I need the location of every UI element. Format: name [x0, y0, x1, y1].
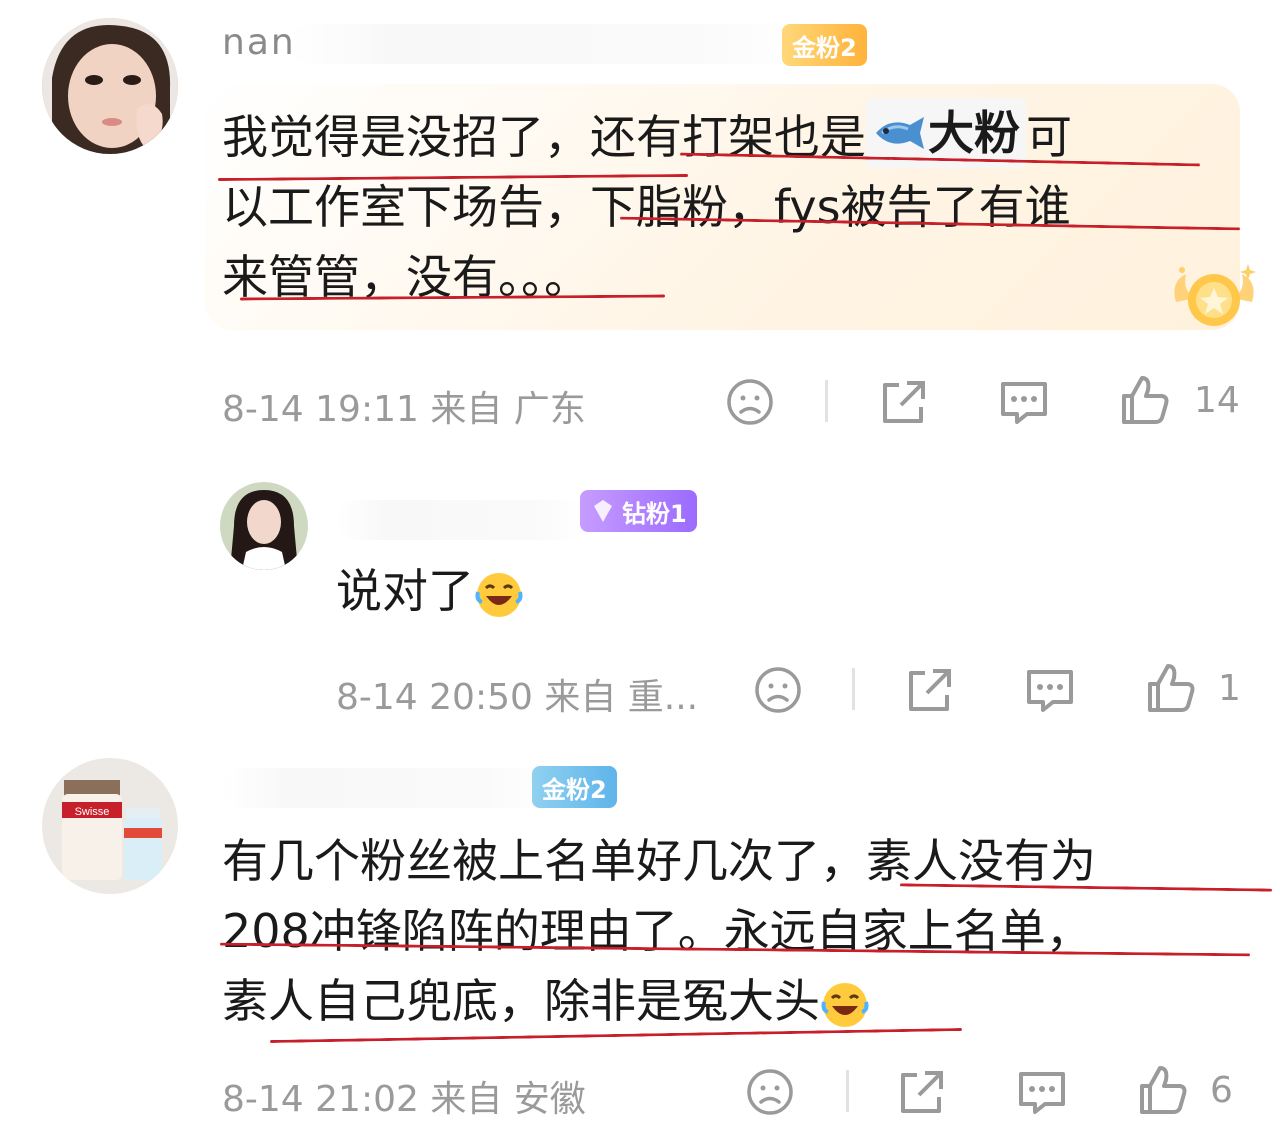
- like-button[interactable]: [1116, 370, 1174, 430]
- fan-badge[interactable]: 金粉2: [782, 24, 867, 66]
- dislike-button[interactable]: [722, 374, 778, 430]
- comment-line: 208冲锋陷阵的理由了。永远自家上名单，: [222, 904, 1092, 958]
- comment-text: 我觉得是没招了，还有打架也是 大粉可 以工作室下场告，下脂粉，fys被告了有谁 来…: [222, 98, 1232, 312]
- fan-badge-label: 钻粉1: [622, 499, 687, 528]
- laughing-emoji-icon: [475, 572, 523, 617]
- sad-face-icon: [727, 379, 773, 425]
- share-button[interactable]: [892, 1064, 950, 1120]
- share-button[interactable]: [900, 662, 958, 718]
- share-icon: [909, 669, 951, 711]
- sad-face-icon: [747, 1069, 793, 1115]
- avatar-face: [42, 18, 178, 154]
- divider: [846, 1070, 849, 1112]
- avatar[interactable]: [42, 18, 178, 154]
- comment-button[interactable]: [994, 374, 1054, 430]
- comment-icon: [1001, 382, 1047, 424]
- avatar[interactable]: [220, 482, 308, 570]
- fan-badge[interactable]: 钻粉1: [580, 490, 697, 532]
- laughing-emoji-icon: [821, 982, 869, 1027]
- fan-badge[interactable]: 金粉2: [532, 766, 617, 808]
- avatar-image: Swisse: [42, 758, 178, 894]
- like-button[interactable]: [1142, 658, 1200, 718]
- username-fragment[interactable]: nan: [222, 22, 296, 63]
- comment-line: 以工作室下场告，下脂粉，fys被告了有谁: [222, 180, 1071, 234]
- username-redacted: [222, 768, 552, 808]
- comment-button[interactable]: [1012, 1064, 1072, 1120]
- dislike-button[interactable]: [750, 662, 806, 718]
- divider: [825, 380, 828, 422]
- share-icon: [883, 381, 925, 423]
- comment-icon: [1027, 670, 1073, 712]
- avatar-label: Swisse: [75, 806, 110, 818]
- like-count: 6: [1210, 1070, 1233, 1111]
- like-button[interactable]: [1134, 1060, 1192, 1120]
- thumbs-up-icon: [1122, 376, 1169, 424]
- comment-line: 素人自己兜底，除非是冤大头: [222, 966, 1262, 1036]
- sad-face-icon: [755, 667, 801, 713]
- share-button[interactable]: [874, 374, 932, 430]
- comment-line: 来管管，没有。。。: [222, 250, 590, 304]
- avatar-image: [220, 482, 308, 570]
- like-count: 1: [1218, 668, 1241, 709]
- username-redacted: [336, 500, 586, 540]
- dislike-button[interactable]: [742, 1064, 798, 1120]
- fish-icon: [876, 117, 924, 149]
- thumbs-up-icon: [1140, 1066, 1187, 1114]
- comment-meta: 8-14 20:50 来自 重...: [336, 677, 699, 718]
- comment-text: 说对了: [336, 556, 524, 626]
- comment-line-part: 可: [1026, 110, 1072, 164]
- username-redacted: [290, 24, 800, 64]
- comment-icon: [1019, 1072, 1065, 1114]
- comment-button[interactable]: [1020, 662, 1080, 718]
- divider: [852, 668, 855, 710]
- comment-text: 有几个粉丝被上名单好几次了，素人没有为 208冲锋陷阵的理由了。永远自家上名单，…: [222, 826, 1262, 1036]
- comment-meta: 8-14 19:11 来自 广东: [222, 389, 586, 430]
- comment-meta: 8-14 21:02 来自 安徽: [222, 1079, 586, 1120]
- comment-line-part: 说对了: [336, 564, 474, 618]
- thumbs-up-icon: [1148, 664, 1195, 712]
- diamond-icon: [594, 500, 612, 522]
- avatar[interactable]: Swisse: [42, 758, 178, 894]
- comment-line-part: 素人自己兜底，除非是冤大头: [222, 974, 820, 1028]
- share-icon: [901, 1071, 943, 1113]
- like-count: 14: [1194, 380, 1240, 421]
